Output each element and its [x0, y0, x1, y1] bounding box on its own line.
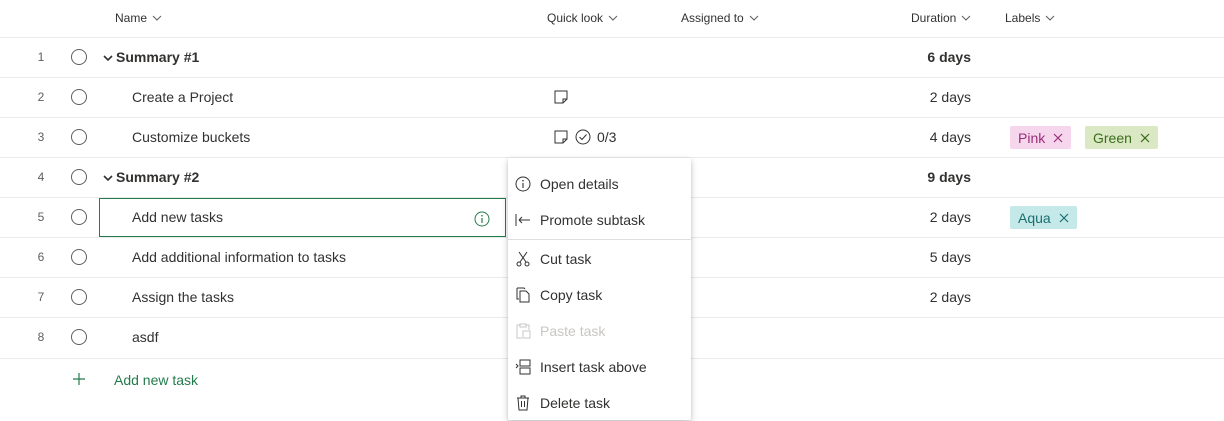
- table-row[interactable]: 3 Customize buckets 0/3 4 days Pink Gree…: [0, 118, 1224, 158]
- task-title[interactable]: asdf: [132, 329, 158, 345]
- quick-look[interactable]: [553, 89, 569, 105]
- menu-item-label: Copy task: [540, 287, 603, 303]
- complete-task-checkbox[interactable]: [71, 289, 87, 305]
- task-context-menu: Open details Promote subtask Cut task Co…: [508, 158, 691, 420]
- column-header-assigned-to-label: Assigned to: [681, 11, 744, 25]
- task-duration[interactable]: 2 days: [930, 289, 971, 305]
- menu-item-label: Open details: [540, 176, 619, 192]
- complete-task-checkbox[interactable]: [71, 249, 87, 265]
- info-icon[interactable]: [474, 211, 490, 227]
- column-header-name[interactable]: Name: [115, 11, 163, 25]
- checklist-icon: [575, 129, 591, 145]
- column-header-name-label: Name: [115, 11, 148, 25]
- chevron-down-icon[interactable]: [102, 52, 114, 64]
- insert-above-icon: [515, 359, 531, 375]
- task-duration[interactable]: 6 days: [927, 49, 971, 65]
- label-text: Aqua: [1018, 209, 1051, 226]
- close-icon[interactable]: [1053, 133, 1063, 143]
- promote-icon: [515, 214, 530, 226]
- column-header-labels[interactable]: Labels: [1005, 11, 1056, 25]
- row-number: 3: [37, 130, 45, 144]
- scissors-icon: [516, 251, 530, 267]
- label-text: Green: [1093, 129, 1132, 146]
- task-duration[interactable]: 2 days: [930, 209, 971, 225]
- notes-icon: [554, 90, 568, 104]
- quick-look[interactable]: 0/3: [553, 129, 616, 145]
- column-header-duration-label: Duration: [911, 11, 957, 25]
- complete-task-checkbox[interactable]: [71, 89, 87, 105]
- row-number: 5: [37, 210, 45, 224]
- column-header-assigned-to[interactable]: Assigned to: [681, 11, 760, 25]
- row-number: 1: [37, 50, 45, 64]
- menu-item-cut-task[interactable]: Cut task: [508, 241, 691, 277]
- chevron-down-icon: [152, 15, 162, 21]
- task-title[interactable]: Add additional information to tasks: [132, 249, 346, 265]
- label-green[interactable]: Green: [1085, 126, 1158, 149]
- menu-item-copy-task[interactable]: Copy task: [508, 277, 691, 313]
- menu-item-promote-subtask[interactable]: Promote subtask: [508, 202, 691, 238]
- close-icon[interactable]: [1140, 133, 1150, 143]
- info-icon: [515, 176, 531, 192]
- row-number: 8: [37, 330, 45, 344]
- menu-item-delete-task[interactable]: Delete task: [508, 385, 691, 421]
- complete-task-checkbox[interactable]: [71, 129, 87, 145]
- task-duration[interactable]: 4 days: [930, 129, 971, 145]
- trash-icon: [517, 395, 529, 411]
- menu-item-label: Delete task: [540, 395, 611, 411]
- task-title[interactable]: Summary #2: [116, 169, 199, 185]
- complete-task-checkbox[interactable]: [71, 49, 87, 65]
- column-header-labels-label: Labels: [1005, 11, 1041, 25]
- label-text: Pink: [1018, 129, 1046, 146]
- close-icon[interactable]: [1059, 213, 1069, 223]
- label-pink[interactable]: Pink: [1010, 126, 1072, 149]
- task-duration[interactable]: 5 days: [930, 249, 971, 265]
- chevron-down-icon[interactable]: [102, 172, 114, 184]
- menu-divider: [508, 239, 691, 240]
- row-number: 6: [37, 250, 45, 264]
- plus-icon[interactable]: [71, 371, 87, 387]
- table-row[interactable]: 1 Summary #1 6 days: [0, 38, 1224, 78]
- grid-header: Name Quick look Assigned to Duration Lab…: [0, 0, 1224, 38]
- selected-cell-outline: [99, 198, 506, 237]
- complete-task-checkbox[interactable]: [71, 329, 87, 345]
- paste-icon: [516, 323, 531, 339]
- menu-item-label: Paste task: [540, 323, 606, 339]
- task-title[interactable]: Summary #1: [116, 49, 199, 65]
- row-number: 2: [37, 90, 45, 104]
- checklist-count: 0/3: [597, 129, 617, 145]
- table-row[interactable]: 2 Create a Project 2 days: [0, 78, 1224, 118]
- complete-task-checkbox[interactable]: [71, 169, 87, 185]
- chevron-down-icon: [1046, 15, 1055, 21]
- menu-item-label: Promote subtask: [540, 212, 646, 228]
- label-aqua[interactable]: Aqua: [1010, 206, 1077, 229]
- menu-item-label: Cut task: [540, 251, 592, 267]
- complete-task-checkbox[interactable]: [71, 209, 87, 225]
- task-title[interactable]: Customize buckets: [132, 129, 250, 145]
- copy-icon: [516, 287, 530, 303]
- menu-item-label: Insert task above: [540, 359, 647, 375]
- column-header-quick-look[interactable]: Quick look: [547, 11, 619, 25]
- column-header-duration[interactable]: Duration: [911, 11, 972, 25]
- chevron-down-icon: [608, 15, 618, 21]
- row-number: 4: [37, 170, 45, 184]
- task-duration[interactable]: 9 days: [927, 169, 971, 185]
- task-duration[interactable]: 2 days: [930, 89, 971, 105]
- row-number: 7: [37, 290, 45, 304]
- add-new-task-button[interactable]: Add new task: [114, 372, 198, 388]
- task-title[interactable]: Assign the tasks: [132, 289, 234, 305]
- menu-item-insert-task-above[interactable]: Insert task above: [508, 349, 691, 385]
- menu-item-open-details[interactable]: Open details: [508, 166, 691, 202]
- menu-item-paste-task: Paste task: [508, 313, 691, 349]
- task-title[interactable]: Create a Project: [132, 89, 233, 105]
- notes-icon: [554, 130, 568, 144]
- chevron-down-icon: [749, 15, 759, 21]
- column-header-quick-look-label: Quick look: [547, 11, 604, 25]
- chevron-down-icon: [962, 15, 971, 21]
